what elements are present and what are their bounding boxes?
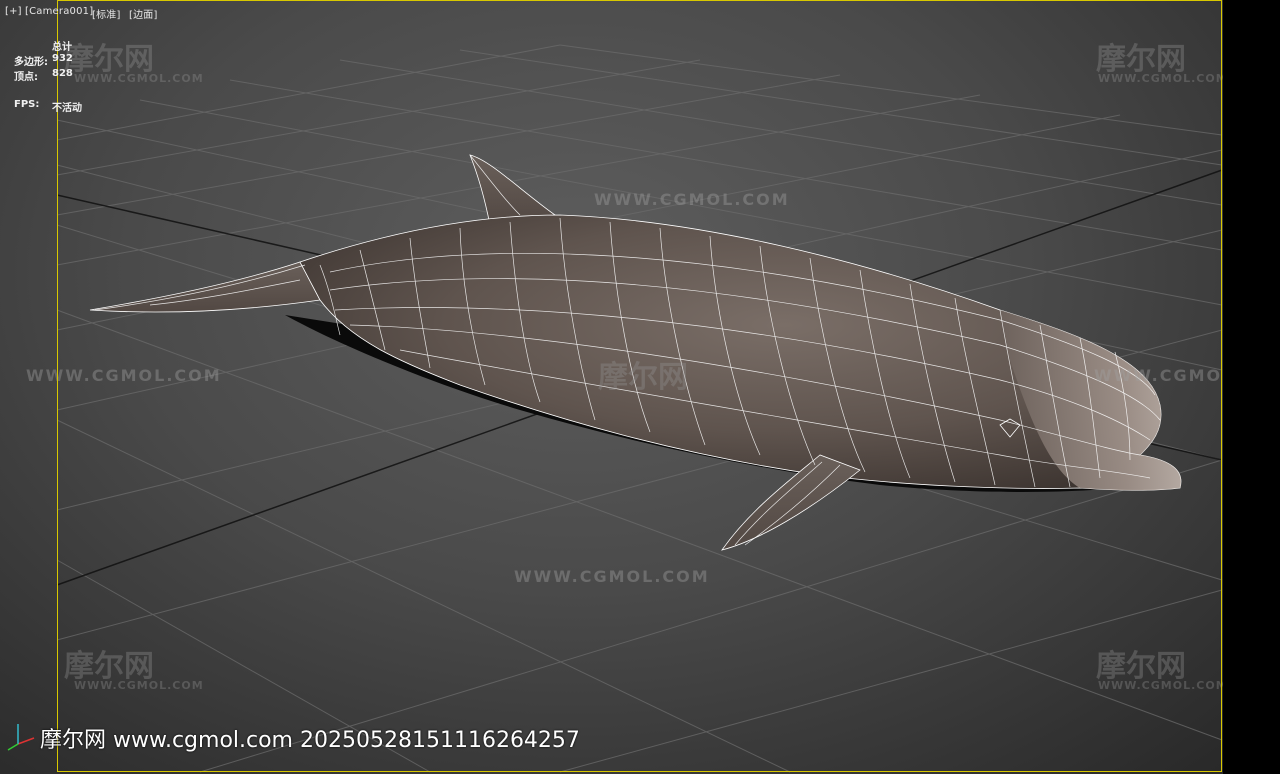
stats-fps-label: FPS: [14, 99, 40, 110]
axis-gizmo-icon [7, 724, 35, 751]
watermark-brand-cn: 摩尔网 [598, 360, 688, 395]
watermark-brand-en: WWW.CGMOL.COM [74, 72, 204, 85]
viewport-3d[interactable]: 摩尔网 WWW.CGMOL.COM 摩尔网 WWW.CGMOL.COM 摩尔网 … [0, 0, 1280, 774]
viewport-menu-camera[interactable]: [Camera001] [25, 6, 93, 17]
watermark-url: WWW.CGMOL.COM [26, 366, 222, 385]
stats-polys-label: 多边形: [14, 57, 48, 68]
stats-verts-value: 828 [52, 68, 73, 79]
watermark-url: WWW.CGMOL.COM [514, 567, 710, 586]
watermark-brand-en: WWW.CGMOL.COM [74, 679, 204, 692]
watermark-url: WWW.CGMOL.COM [594, 190, 790, 209]
stats-total-label: 总计 [52, 42, 72, 53]
viewport-menu-edged-faces[interactable]: [边面] [129, 6, 158, 21]
watermark-brand-en: WWW.CGMOL.COM [1098, 72, 1228, 85]
viewport-side-strip [1223, 0, 1280, 774]
viewport-menu-shading[interactable]: [标准] [92, 6, 121, 21]
stats-verts-label: 顶点: [14, 72, 38, 83]
watermark-brand-en: WWW.CGMOL.COM [1098, 679, 1228, 692]
stats-fps-value: 不活动 [52, 103, 82, 114]
footer-watermark-text: 摩尔网 www.cgmol.com 20250528151116264257 [40, 728, 580, 753]
stats-polys-value: 932 [52, 53, 73, 64]
viewport-menu-plus[interactable]: [+] [5, 6, 22, 17]
